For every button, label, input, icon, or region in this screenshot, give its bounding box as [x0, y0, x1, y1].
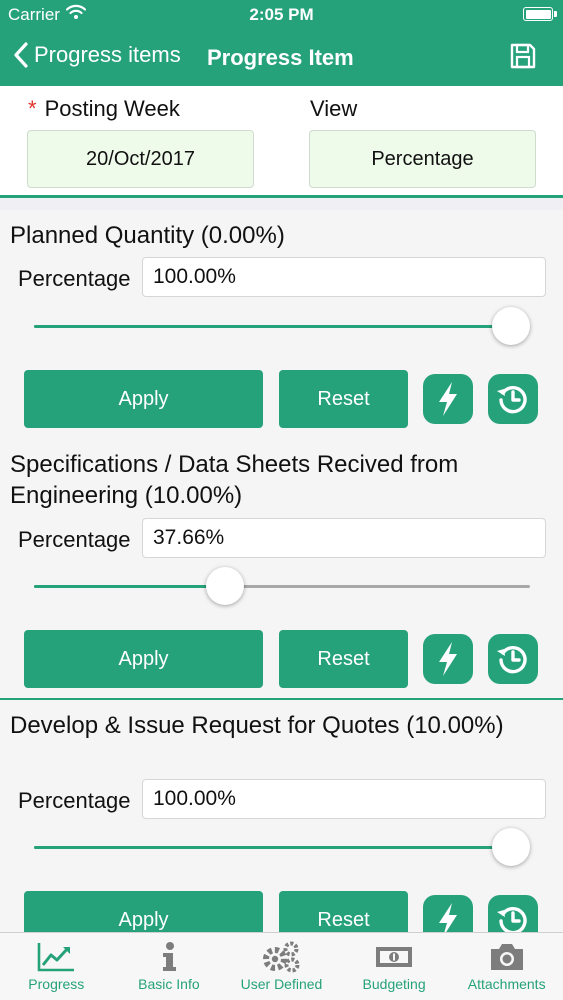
slider-thumb[interactable] [206, 567, 245, 605]
reset-button[interactable]: Reset [279, 630, 408, 688]
progress-item: Develop & Issue Request for Quotes (10.0… [0, 700, 563, 932]
back-button[interactable]: Progress items [14, 42, 181, 68]
reset-button[interactable]: Reset [279, 891, 408, 932]
progress-item-list[interactable]: Planned Quantity (0.00%) Percentage 100.… [0, 198, 563, 932]
percentage-input[interactable]: 100.00% [142, 257, 546, 297]
tab-user-defined[interactable]: User Defined [225, 933, 338, 1000]
slider-fill [34, 325, 511, 328]
percentage-input[interactable]: 37.66% [142, 518, 546, 558]
slider-thumb[interactable] [492, 828, 530, 866]
slider-thumb[interactable] [492, 307, 530, 345]
posting-week-field[interactable]: 20/Oct/2017 [27, 130, 254, 188]
percentage-slider[interactable] [34, 567, 530, 605]
chevron-left-icon [14, 42, 28, 68]
info-icon [162, 942, 176, 971]
status-bar: Carrier 2:05 PM [0, 0, 563, 30]
header-fields: * Posting Week 20/Oct/2017 View Percentag… [0, 86, 563, 198]
tab-attachments[interactable]: Attachments [450, 933, 563, 1000]
save-button[interactable] [509, 42, 537, 75]
tab-budgeting[interactable]: Budgeting [338, 933, 451, 1000]
item-title: Planned Quantity (0.00%) [10, 222, 285, 249]
percentage-slider[interactable] [34, 828, 530, 866]
history-icon [497, 385, 527, 414]
page-title: Progress Item [207, 45, 354, 70]
navigation-bar: Progress items Progress Item [0, 30, 563, 86]
status-time: 2:05 PM [249, 5, 314, 24]
money-icon [376, 947, 413, 967]
item-title: Develop & Issue Request for Quotes (10.0… [10, 712, 504, 739]
slider-fill [34, 585, 226, 588]
tab-basic-info[interactable]: Basic Info [113, 933, 226, 1000]
gears-icon [263, 941, 300, 973]
tab-label: Attachments [467, 976, 546, 992]
slider-fill [34, 846, 511, 849]
history-icon [497, 906, 527, 932]
history-button[interactable] [488, 895, 538, 932]
view-label: View [310, 96, 358, 121]
required-mark: * [28, 96, 37, 121]
tab-progress[interactable]: Progress [0, 933, 113, 1000]
item-title: Specifications / Data Sheets Recived fro… [10, 451, 459, 509]
percentage-slider[interactable] [34, 307, 530, 345]
apply-button[interactable]: Apply [24, 891, 263, 932]
history-button[interactable] [488, 374, 538, 424]
lightning-icon [439, 642, 457, 676]
lightning-icon [439, 903, 457, 932]
percentage-label: Percentage [18, 788, 131, 813]
view-field[interactable]: Percentage [309, 130, 536, 188]
progress-item: Specifications / Data Sheets Recived fro… [0, 439, 563, 700]
reset-button[interactable]: Reset [279, 370, 408, 428]
progress-item: Planned Quantity (0.00%) Percentage 100.… [0, 210, 563, 471]
tab-label: User Defined [240, 976, 323, 992]
back-button-label: Progress items [34, 42, 181, 67]
battery-icon [523, 7, 557, 21]
percentage-label: Percentage [18, 266, 131, 291]
quick-fill-button[interactable] [423, 895, 473, 932]
camera-icon [490, 944, 523, 970]
quick-fill-button[interactable] [423, 374, 473, 424]
lightning-icon [439, 382, 457, 416]
apply-button[interactable]: Apply [24, 370, 263, 428]
history-icon [497, 645, 527, 674]
tab-label: Progress [28, 976, 85, 992]
percentage-input[interactable]: 100.00% [142, 779, 546, 819]
apply-button[interactable]: Apply [24, 630, 263, 688]
chart-line-icon [37, 943, 75, 972]
tab-label: Basic Info [138, 976, 200, 992]
history-button[interactable] [488, 634, 538, 684]
percentage-label: Percentage [18, 527, 131, 552]
tab-label: Budgeting [362, 976, 426, 992]
tab-bar: Progress Basic Info User Defined Budgeti… [0, 932, 563, 1000]
posting-week-label: * Posting Week [28, 96, 180, 121]
save-icon [510, 43, 536, 69]
quick-fill-button[interactable] [423, 634, 473, 684]
